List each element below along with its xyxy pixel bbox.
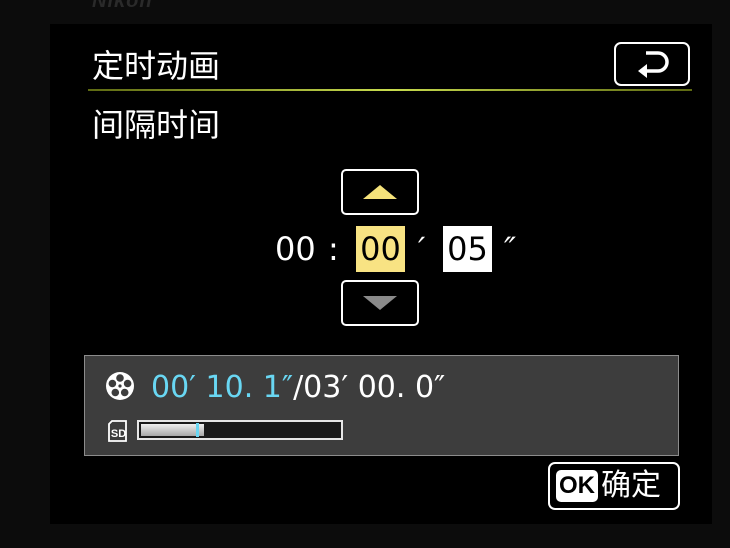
- down-triangle-icon: [363, 296, 397, 310]
- minutes-unit-mark: ′: [418, 230, 426, 268]
- recording-duration: 00′ 10. 1″/03′ 00. 0″: [151, 368, 445, 408]
- minutes-field[interactable]: 00: [356, 226, 405, 272]
- sd-card-icon: SD: [108, 420, 127, 442]
- ok-confirm-button[interactable]: OK 确定: [548, 462, 680, 510]
- progress-fill: [141, 424, 204, 436]
- back-button[interactable]: [614, 42, 690, 86]
- ok-badge-icon: OK: [556, 470, 598, 502]
- total-time: /03′ 00. 0″: [293, 370, 446, 405]
- seconds-field[interactable]: 05: [443, 226, 492, 272]
- recording-info-panel: 00′ 10. 1″/03′ 00. 0″ SD: [84, 355, 679, 456]
- back-arrow-icon: [638, 51, 669, 78]
- seconds-unit-mark: ″: [504, 230, 516, 268]
- recording-progress-bar: [137, 420, 343, 440]
- ok-label: 确定: [601, 468, 661, 503]
- title-divider: [88, 89, 692, 91]
- brand-logo: Nikon: [92, 0, 153, 12]
- up-triangle-icon: [363, 185, 397, 199]
- svg-text:SD: SD: [111, 428, 126, 440]
- hours-separator: :: [328, 230, 339, 268]
- increment-button[interactable]: [341, 169, 419, 215]
- elapsed-time: 00′ 10. 1″: [151, 370, 294, 405]
- decrement-button[interactable]: [341, 280, 419, 326]
- film-reel-icon: [106, 372, 134, 400]
- setting-title: 间隔时间: [92, 106, 221, 144]
- interval-time-selector: 00 : 00 ′ 05 ″: [0, 226, 730, 272]
- hours-field[interactable]: 00: [275, 226, 316, 272]
- progress-marker: [196, 423, 199, 437]
- menu-title: 定时动画: [92, 47, 221, 85]
